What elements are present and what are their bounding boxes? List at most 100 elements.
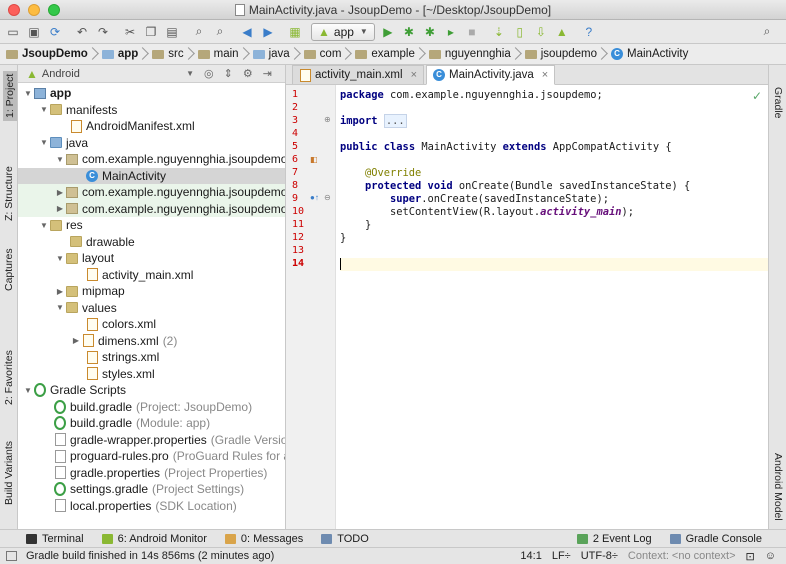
gear-icon[interactable]: ⚙ bbox=[243, 67, 253, 80]
expand-arrow-icon[interactable]: ▶ bbox=[70, 336, 82, 345]
tool-android-monitor[interactable]: 6: Android Monitor bbox=[101, 533, 207, 545]
expand-arrow-icon[interactable]: ▶ bbox=[54, 188, 66, 197]
expand-arrow-icon[interactable]: ▼ bbox=[38, 221, 50, 230]
tree-item-strings-xml[interactable]: strings.xml bbox=[18, 349, 285, 366]
tree-item-styles-xml[interactable]: styles.xml bbox=[18, 366, 285, 383]
debug-icon[interactable]: ✱ bbox=[400, 23, 418, 41]
tab-gradle[interactable]: Gradle bbox=[772, 87, 784, 119]
tree-item-build-gradle-project[interactable]: build.gradle (Project: JsoupDemo) bbox=[18, 399, 285, 416]
lock-icon[interactable]: ⊡ bbox=[746, 550, 755, 563]
tree-item-dimens-xml[interactable]: ▶ dimens.xml (2) bbox=[18, 333, 285, 350]
tree-item-package-test[interactable]: ▶ com.example.nguyennghia.jsoupdemo bbox=[18, 200, 285, 217]
gradle-sync-icon[interactable]: ⇣ bbox=[490, 23, 508, 41]
expand-arrow-icon[interactable]: ▼ bbox=[54, 155, 66, 164]
override-marker-icon[interactable]: ●↑ bbox=[310, 193, 319, 202]
context-indicator[interactable]: Context: <no context> bbox=[628, 550, 736, 562]
tree-item-colors-xml[interactable]: colors.xml bbox=[18, 316, 285, 333]
paste-icon[interactable]: ▤ bbox=[163, 23, 181, 41]
hide-icon[interactable]: ⇥ bbox=[263, 67, 272, 80]
android-device-monitor-icon[interactable]: ▲ bbox=[553, 23, 571, 41]
close-icon[interactable]: × bbox=[411, 69, 417, 81]
breadcrumb-jsoupdemo[interactable]: JsoupDemo bbox=[4, 44, 100, 65]
expand-arrow-icon[interactable]: ▼ bbox=[54, 254, 66, 263]
tab-android-model[interactable]: Android Model bbox=[772, 453, 784, 521]
back-icon[interactable]: ◀ bbox=[238, 23, 256, 41]
tree-item-package-main[interactable]: ▼ com.example.nguyennghia.jsoupdemo bbox=[18, 151, 285, 168]
help-icon[interactable]: ? bbox=[580, 23, 598, 41]
tree-item-activity-main-xml[interactable]: activity_main.xml bbox=[18, 267, 285, 284]
tool-messages[interactable]: 0: Messages bbox=[224, 533, 303, 545]
tool-event-log[interactable]: 2 Event Log bbox=[576, 533, 652, 545]
expand-arrow-icon[interactable]: ▶ bbox=[54, 204, 66, 213]
target-icon[interactable]: ◎ bbox=[204, 67, 214, 80]
forward-icon[interactable]: ▶ bbox=[259, 23, 277, 41]
open-folder-icon[interactable]: ▭ bbox=[4, 23, 22, 41]
replace-icon[interactable]: ⌕ bbox=[211, 23, 229, 41]
tab-project[interactable]: 1: Project bbox=[3, 70, 17, 121]
avd-manager-icon[interactable]: ▯ bbox=[511, 23, 529, 41]
tree-item-manifests[interactable]: ▼ manifests bbox=[18, 102, 285, 119]
run-icon[interactable]: ▶ bbox=[379, 23, 397, 41]
coverage-icon[interactable]: ▸ bbox=[442, 23, 460, 41]
attach-debugger-icon[interactable]: ✱ bbox=[421, 23, 439, 41]
tree-item-layout[interactable]: ▼ layout bbox=[18, 250, 285, 267]
inspection-ok-icon[interactable]: ✓ bbox=[752, 89, 762, 103]
tab-favorites[interactable]: 2: Favorites bbox=[3, 350, 15, 405]
tool-terminal[interactable]: Terminal bbox=[26, 533, 84, 545]
tool-gradle-console[interactable]: Gradle Console bbox=[669, 533, 762, 545]
tree-item-app[interactable]: ▼ app bbox=[18, 85, 285, 102]
class-marker-icon[interactable]: ◧ bbox=[310, 155, 318, 164]
caret-position[interactable]: 14:1 bbox=[520, 550, 541, 562]
fold-marker-icon[interactable]: ⊖ bbox=[324, 193, 331, 202]
search-everywhere-icon[interactable]: ⌕ bbox=[758, 23, 776, 41]
tree-item-mipmap[interactable]: ▶ mipmap bbox=[18, 283, 285, 300]
tab-activity-main-xml[interactable]: activity_main.xml × bbox=[292, 65, 424, 84]
tab-captures[interactable]: Captures bbox=[3, 248, 15, 291]
run-configuration-select[interactable]: ▲ app ▼ bbox=[311, 22, 375, 41]
expand-arrow-icon[interactable]: ▼ bbox=[38, 138, 50, 147]
tree-item-settings-gradle[interactable]: settings.gradle (Project Settings) bbox=[18, 481, 285, 498]
tool-todo[interactable]: TODO bbox=[321, 533, 369, 545]
breadcrumb-mainactivity[interactable]: C MainActivity bbox=[609, 44, 700, 65]
tree-item-gradle-properties[interactable]: gradle.properties (Project Properties) bbox=[18, 465, 285, 482]
close-icon[interactable]: × bbox=[542, 69, 548, 81]
breadcrumb-nguyennghia[interactable]: nguyennghia bbox=[427, 44, 523, 65]
tree-item-gradle-scripts[interactable]: ▼ Gradle Scripts bbox=[18, 382, 285, 399]
tree-item-gradle-wrapper[interactable]: gradle-wrapper.properties (Gradle Version bbox=[18, 432, 285, 449]
tree-item-drawable[interactable]: drawable bbox=[18, 234, 285, 251]
breadcrumb-jsoupdemo-pkg[interactable]: jsoupdemo bbox=[523, 44, 609, 65]
breadcrumb-src[interactable]: src bbox=[150, 44, 195, 65]
folded-imports[interactable]: ... bbox=[383, 114, 407, 128]
expand-arrow-icon[interactable]: ▼ bbox=[54, 303, 66, 312]
tree-item-build-gradle-module[interactable]: build.gradle (Module: app) bbox=[18, 415, 285, 432]
sdk-manager-icon[interactable]: ⇩ bbox=[532, 23, 550, 41]
project-view-select[interactable]: ▲ Android ▼ bbox=[26, 67, 194, 81]
status-message[interactable]: Gradle build finished in 14s 856ms (2 mi… bbox=[26, 550, 274, 562]
expand-arrow-icon[interactable]: ▶ bbox=[54, 287, 66, 296]
expand-arrow-icon[interactable]: ▼ bbox=[22, 89, 34, 98]
fold-marker-icon[interactable]: ⊕ bbox=[324, 115, 331, 124]
hector-icon[interactable]: ☺ bbox=[765, 550, 776, 562]
tree-item-proguard[interactable]: proguard-rules.pro (ProGuard Rules for ap bbox=[18, 448, 285, 465]
breadcrumb-main[interactable]: main bbox=[196, 44, 251, 65]
line-separator-select[interactable]: LF÷ bbox=[552, 550, 571, 562]
collapse-icon[interactable]: ⇕ bbox=[224, 67, 233, 80]
undo-icon[interactable]: ↶ bbox=[73, 23, 91, 41]
breadcrumb-app[interactable]: app bbox=[100, 44, 150, 65]
stop-icon[interactable]: ■ bbox=[463, 23, 481, 41]
breadcrumb-example[interactable]: example bbox=[353, 44, 426, 65]
tree-item-mainactivity[interactable]: C MainActivity bbox=[18, 167, 285, 184]
code-area[interactable]: package com.example.nguyennghia.jsoupdem… bbox=[340, 85, 768, 529]
save-icon[interactable]: ▣ bbox=[25, 23, 43, 41]
tree-item-res[interactable]: ▼ res bbox=[18, 217, 285, 234]
tool-windows-toggle-icon[interactable] bbox=[6, 551, 17, 561]
tree-item-values[interactable]: ▼ values bbox=[18, 300, 285, 317]
cut-icon[interactable]: ✂ bbox=[121, 23, 139, 41]
make-project-icon[interactable]: ▦ bbox=[286, 23, 304, 41]
tree-item-android-manifest[interactable]: AndroidManifest.xml bbox=[18, 118, 285, 135]
tab-build-variants[interactable]: Build Variants bbox=[3, 441, 15, 505]
tree-item-package-androidtest[interactable]: ▶ com.example.nguyennghia.jsoupdemo bbox=[18, 184, 285, 201]
find-icon[interactable]: ⌕ bbox=[190, 23, 208, 41]
breadcrumb-java[interactable]: java bbox=[251, 44, 302, 65]
breadcrumb-com[interactable]: com bbox=[302, 44, 354, 65]
